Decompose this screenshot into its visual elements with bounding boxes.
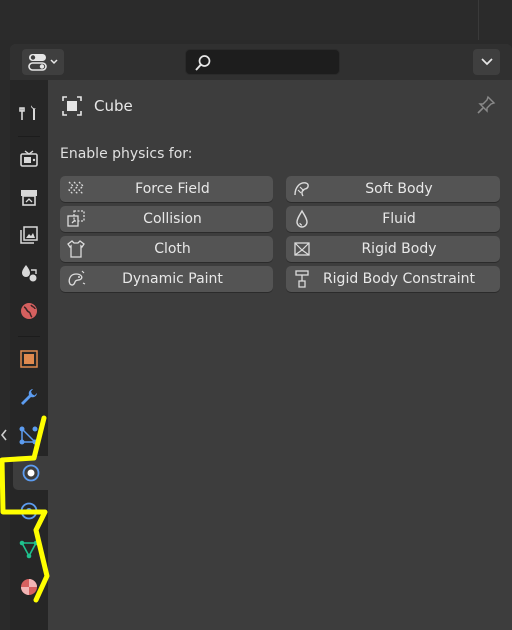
force-field-button[interactable]: Force Field xyxy=(60,176,273,202)
properties-tabs xyxy=(10,80,48,630)
object-name: Cube xyxy=(94,97,133,115)
search-field[interactable] xyxy=(185,49,340,75)
options-dropdown-button[interactable] xyxy=(473,49,500,75)
enable-physics-label: Enable physics for: xyxy=(60,146,193,162)
properties-header xyxy=(10,44,512,80)
tab-material[interactable] xyxy=(13,570,45,604)
tab-physics[interactable] xyxy=(13,456,48,490)
rigid-body-icon xyxy=(294,242,310,256)
soft-body-button[interactable]: Soft Body xyxy=(286,176,500,202)
rigid-body-constraint-button[interactable]: Rigid Body Constraint xyxy=(286,266,500,292)
tab-modifiers[interactable] xyxy=(13,380,45,414)
tab-object[interactable] xyxy=(13,342,45,376)
object-icon xyxy=(62,96,82,116)
fluid-icon xyxy=(296,209,308,228)
wrench-icon xyxy=(21,389,37,405)
physics-icon xyxy=(22,464,39,482)
viewport-background xyxy=(0,0,512,40)
search-icon xyxy=(195,55,211,71)
constraints-icon xyxy=(20,502,38,520)
render-icon xyxy=(20,150,38,167)
chevron-down-icon xyxy=(480,58,493,66)
tool-icon xyxy=(19,104,36,120)
mesh-data-icon xyxy=(19,540,39,559)
view-layer-icon xyxy=(20,226,38,244)
search-input[interactable] xyxy=(214,52,338,74)
tab-world[interactable] xyxy=(13,294,45,328)
collision-button[interactable]: Collision xyxy=(60,206,273,232)
cloth-icon xyxy=(67,240,85,258)
editor-type-icon xyxy=(28,54,58,71)
collapse-arrow-icon[interactable] xyxy=(0,428,8,442)
rigid-body-constraint-icon xyxy=(295,270,309,288)
rigid-body-button[interactable]: Rigid Body xyxy=(286,236,500,262)
object-title-row: Cube xyxy=(62,94,133,118)
scene-icon xyxy=(22,265,37,282)
dynamic-paint-icon xyxy=(68,270,86,286)
tab-view-layer[interactable] xyxy=(13,218,45,252)
cloth-button[interactable]: Cloth xyxy=(60,236,273,262)
output-icon xyxy=(21,190,37,206)
tab-data[interactable] xyxy=(13,532,45,566)
properties-panel: Cube Enable physics for: Force Field Sof… xyxy=(10,44,512,630)
force-field-icon xyxy=(68,181,84,195)
pin-icon[interactable] xyxy=(476,95,496,115)
tab-particles[interactable] xyxy=(13,418,45,452)
tab-tool[interactable] xyxy=(13,95,45,129)
tab-render[interactable] xyxy=(13,142,45,176)
material-icon xyxy=(21,579,37,595)
fluid-button[interactable]: Fluid xyxy=(286,206,500,232)
tab-scene[interactable] xyxy=(13,256,45,290)
dynamic-paint-button[interactable]: Dynamic Paint xyxy=(60,266,273,292)
collision-icon xyxy=(67,210,85,227)
editor-type-button[interactable] xyxy=(22,49,64,75)
world-icon xyxy=(21,303,37,319)
object-icon xyxy=(20,350,38,368)
soft-body-icon xyxy=(294,182,309,197)
particles-icon xyxy=(19,426,38,445)
tab-constraints[interactable] xyxy=(13,494,45,528)
tab-output[interactable] xyxy=(13,180,45,214)
